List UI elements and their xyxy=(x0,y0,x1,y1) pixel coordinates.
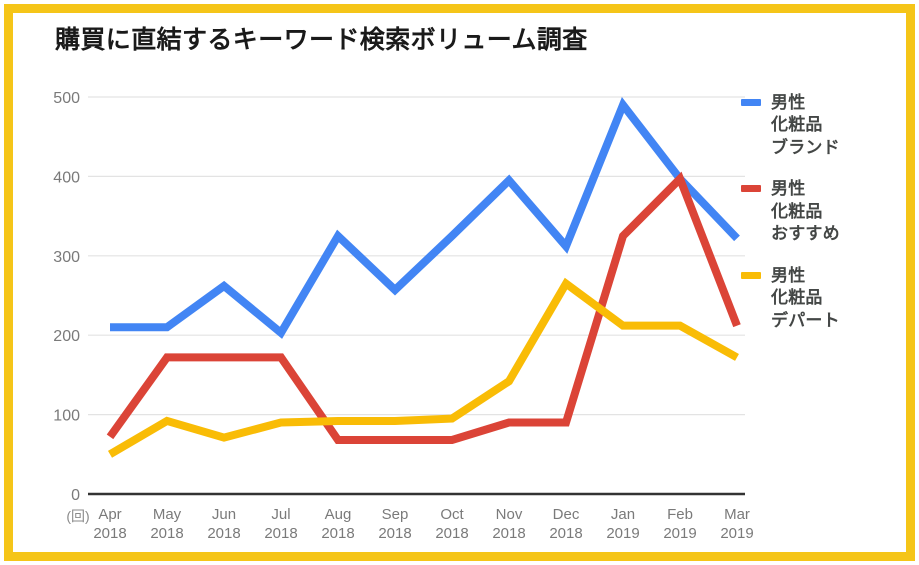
x-axis-tick-label: Oct 2018 xyxy=(435,506,468,542)
y-axis-tick-label: 400 xyxy=(53,169,80,186)
legend-item-label: 男性 化粧品 おすすめ xyxy=(771,179,840,244)
legend-color-swatch xyxy=(741,185,761,193)
x-axis-tick-label: Mar 2019 xyxy=(720,506,753,542)
legend-item-label: 男性 化粧品 ブランド xyxy=(771,93,840,157)
legend-item-label: 男性 化粧品 デパート xyxy=(771,265,840,330)
x-axis-tick-label: Aug 2018 xyxy=(321,506,354,542)
x-axis-tick-label: Jul 2018 xyxy=(264,506,297,542)
legend-item[interactable]: 男性 化粧品 デパート xyxy=(741,265,901,332)
series-line xyxy=(107,277,739,458)
y-axis-tick-label: 0 xyxy=(71,487,80,504)
x-axis-tick-label: Apr 2018 xyxy=(93,506,126,542)
x-axis-tick-label: Sep 2018 xyxy=(378,506,411,542)
y-axis-tick-label: 300 xyxy=(53,249,80,266)
data-series-lines xyxy=(106,96,741,458)
y-axis-tick-label: 100 xyxy=(53,408,80,425)
legend-item[interactable]: 男性 化粧品 ブランド xyxy=(741,92,901,159)
legend-color-swatch xyxy=(741,99,761,106)
chart-figure: 購買に直結するキーワード検索ボリューム調査 0 100 200 300 400 500 A… xyxy=(0,0,919,565)
y-axis-unit-label: (回) xyxy=(66,508,89,524)
x-axis-tick-label: May 2018 xyxy=(150,506,183,542)
y-axis-tick-label: 500 xyxy=(53,90,80,107)
y-axis-tick-label: 200 xyxy=(53,328,80,345)
y-axis-tick-labels: 0 100 200 300 400 500 xyxy=(53,90,80,504)
x-axis-tick-label: Nov 2018 xyxy=(492,506,525,542)
x-axis-tick-label: Jan 2019 xyxy=(606,506,639,542)
legend-item[interactable]: 男性 化粧品 おすすめ xyxy=(741,178,901,245)
legend-color-swatch xyxy=(741,271,761,279)
series-line xyxy=(106,171,741,445)
x-axis-tick-labels: Apr 2018 May 2018 Jun 2018 Jul 2018 Aug 2018 Sep 20… xyxy=(93,506,753,542)
x-axis-tick-label: Dec 2018 xyxy=(549,506,582,542)
x-axis-tick-label: Jun 2018 xyxy=(207,506,240,542)
gridlines xyxy=(88,96,745,496)
chart-legend: 男性 化粧品 ブランド 男性 化粧品 おすすめ 男性 化粧品 デパート xyxy=(741,92,901,351)
x-axis-tick-label: Feb 2019 xyxy=(663,506,696,542)
